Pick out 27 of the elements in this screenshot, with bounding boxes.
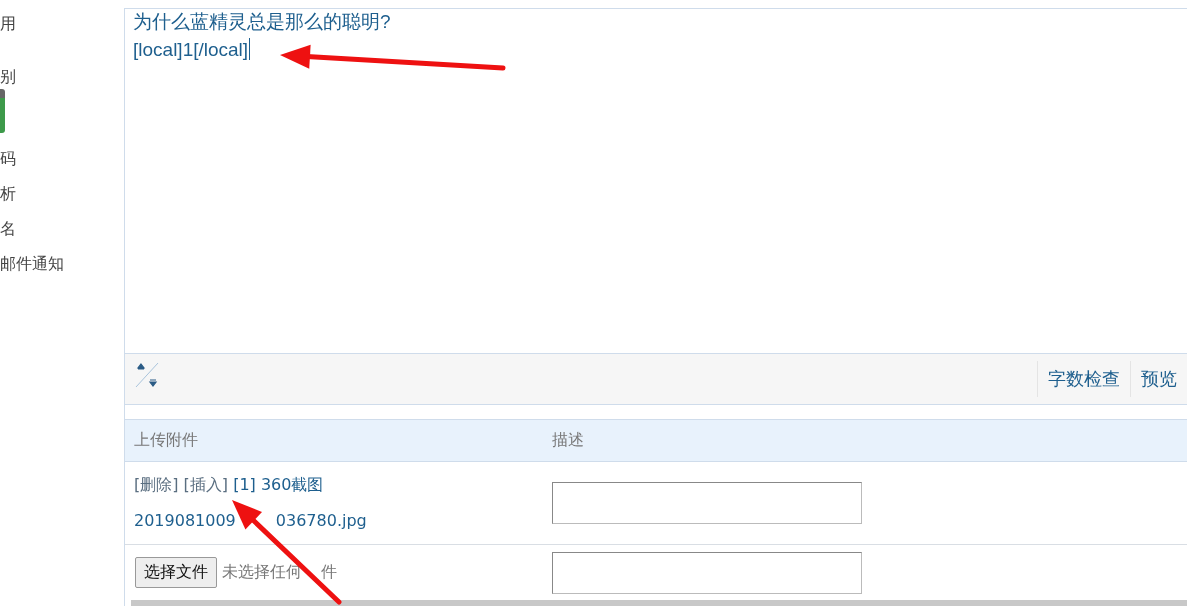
column-header: 描述 <box>552 430 584 452</box>
scrollbar[interactable] <box>131 600 1187 606</box>
file-status-text: 件 <box>321 562 337 584</box>
choose-file-button[interactable]: 选择文件 <box>135 557 217 589</box>
sidebar-item[interactable]: 析 <box>0 182 16 217</box>
sidebar-item[interactable]: 邮件通知 <box>0 252 64 287</box>
attachment-file-link[interactable]: 2019081009 <box>134 503 236 540</box>
meter-icon <box>0 89 5 133</box>
attachment-file-link[interactable]: 360截图 <box>260 475 324 495</box>
sidebar-item[interactable]: 别 <box>0 65 16 89</box>
sidebar-item[interactable]: 码 <box>0 147 16 182</box>
description-field[interactable] <box>552 551 862 594</box>
file-status-text: 未选择任何 <box>222 562 302 584</box>
editor-text-line: 为什么蓝精灵总是那么的聪明? <box>133 10 391 34</box>
attachment-action-link[interactable]: [删除] <box>134 475 179 495</box>
resize-icon[interactable] <box>134 361 160 390</box>
toolbar-button[interactable]: 字数检查 <box>1037 361 1130 398</box>
description-field[interactable] <box>552 482 862 525</box>
attachment-index-link[interactable]: [1] <box>233 475 256 495</box>
text-cursor <box>249 38 251 60</box>
editor-text-line: [local]1[/local] <box>133 37 251 62</box>
sidebar-item[interactable]: 名 <box>0 217 16 252</box>
attachment-file-link[interactable]: 036780.jpg <box>275 503 367 540</box>
toolbar-button[interactable]: 预览 <box>1130 361 1187 398</box>
column-header: 上传附件 <box>133 430 199 452</box>
attachment-action-link[interactable]: [插入] <box>183 475 229 495</box>
sidebar-item[interactable]: 用 <box>0 12 16 47</box>
